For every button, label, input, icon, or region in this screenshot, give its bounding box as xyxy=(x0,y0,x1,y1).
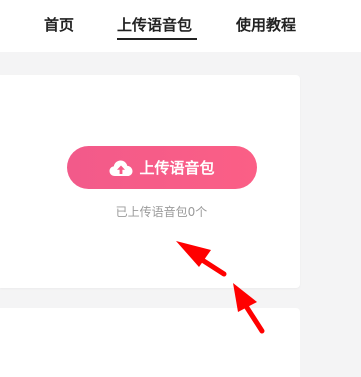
nav-tutorial[interactable]: 使用教程 xyxy=(236,14,296,36)
nav-upload-voice-pack[interactable]: 上传语音包 xyxy=(117,14,192,36)
upload-card: 上传语音包 已上传语音包0个 xyxy=(0,75,300,288)
nav-home[interactable]: 首页 xyxy=(44,14,74,36)
top-nav: 首页 上传语音包 使用教程 xyxy=(0,0,361,52)
upload-button-label: 上传语音包 xyxy=(139,159,215,177)
cloud-upload-icon xyxy=(109,160,133,176)
uploaded-count-text: 已上传语音包0个 xyxy=(115,205,208,219)
nav-active-underline xyxy=(117,38,197,40)
page: 首页 上传语音包 使用教程 上传语音包 已上传语音包0个 xyxy=(0,0,361,377)
upload-voice-pack-button[interactable]: 上传语音包 xyxy=(67,146,257,189)
lower-card xyxy=(0,308,300,377)
